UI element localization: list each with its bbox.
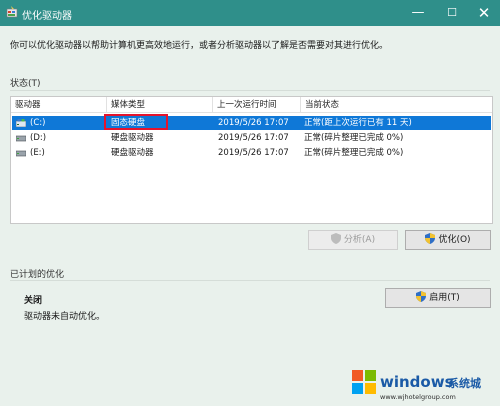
drive-row-d[interactable]: (D:) 硬盘驱动器 2019/5/26 17:07 正常(碎片整理已完成 0%… [12, 131, 491, 145]
analyze-button[interactable]: 分析(A) [308, 230, 398, 250]
current-status: 正常(距上次运行已有 11 天) [304, 118, 412, 128]
status-divider [10, 90, 490, 91]
window-title: 优化驱动器 [22, 11, 72, 22]
description-text: 你可以优化驱动器以帮助计算机更高效地运行，或者分析驱动器以了解是否需要对其进行优… [10, 41, 389, 51]
current-status: 正常(碎片整理已完成 0%) [304, 133, 404, 143]
ssd-drive-icon [16, 119, 26, 127]
uac-shield-icon [425, 233, 436, 244]
svg-text:windows: windows [380, 373, 454, 391]
defrag-app-icon [6, 6, 18, 18]
column-header-current-status[interactable]: 当前状态 [301, 97, 492, 113]
column-header-media-type[interactable]: 媒体类型 [107, 97, 213, 113]
drive-list[interactable]: 驱动器 媒体类型 上一次运行时间 当前状态 (C:) 固态硬盘 2019/5/2… [10, 96, 493, 224]
column-header-last-run[interactable]: 上一次运行时间 [213, 97, 301, 113]
media-type: 硬盘驱动器 [111, 133, 154, 143]
drive-row-c[interactable]: (C:) 固态硬盘 2019/5/26 17:07 正常(距上次运行已有 11 … [12, 114, 491, 130]
current-status: 正常(碎片整理已完成 0%) [304, 148, 404, 158]
minimize-button[interactable]: — [402, 3, 434, 23]
media-type: 固态硬盘 [111, 118, 146, 128]
enable-button-label: 启用(T) [429, 293, 460, 303]
drive-name: (E:) [30, 148, 45, 158]
maximize-button[interactable]: ☐ [436, 3, 468, 23]
drive-name: (D:) [30, 133, 47, 143]
optimize-button-label: 优化(O) [438, 235, 471, 245]
hard-drive-icon [16, 135, 26, 142]
column-header-drive[interactable]: 驱动器 [11, 97, 107, 113]
last-run-time: 2019/5/26 17:07 [218, 118, 289, 128]
media-type: 硬盘驱动器 [111, 148, 154, 158]
optimize-button[interactable]: 优化(O) [405, 230, 491, 250]
hard-drive-icon [16, 150, 26, 157]
last-run-time: 2019/5/26 17:07 [218, 133, 289, 143]
site-watermark-logo: windows 系统城 www.wjhotelgroup.com [352, 370, 481, 401]
windows-logo-icon [352, 370, 376, 394]
enable-schedule-button[interactable]: 启用(T) [385, 288, 491, 308]
schedule-state: 关闭 [24, 296, 43, 306]
title-bar: 优化驱动器 — ☐ ✕ [0, 0, 500, 26]
uac-shield-icon [330, 233, 341, 244]
scheduled-optimization-label: 已计划的优化 [10, 270, 65, 280]
analyze-button-label: 分析(A) [343, 235, 376, 245]
schedule-divider [10, 280, 490, 281]
schedule-detail: 驱动器未自动优化。 [24, 312, 106, 322]
drive-name: (C:) [30, 118, 46, 128]
svg-text:系统城: 系统城 [448, 376, 481, 390]
drive-row-e[interactable]: (E:) 硬盘驱动器 2019/5/26 17:07 正常(碎片整理已完成 0%… [12, 146, 491, 160]
status-section-label: 状态(T) [10, 79, 41, 89]
svg-text:www.wjhotelgroup.com: www.wjhotelgroup.com [380, 393, 456, 401]
last-run-time: 2019/5/26 17:07 [218, 148, 289, 158]
uac-shield-icon [416, 291, 427, 302]
close-button[interactable]: ✕ [468, 3, 500, 23]
